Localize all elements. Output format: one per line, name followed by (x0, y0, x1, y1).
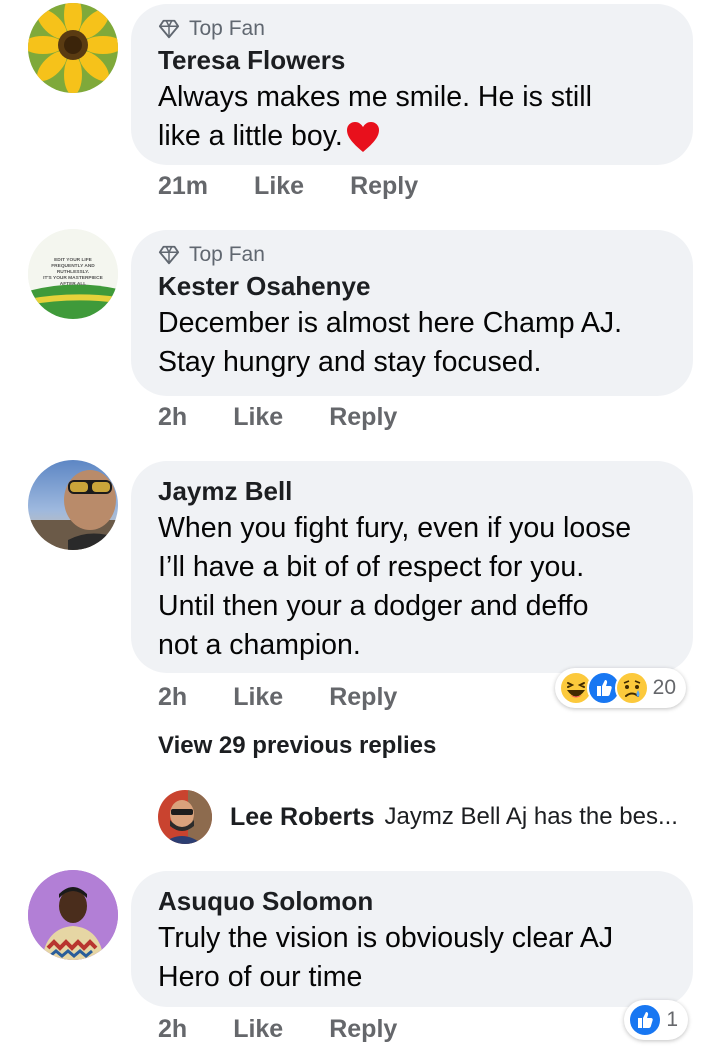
comment-meta: 2h Like Reply (158, 1013, 443, 1045)
reply-button[interactable]: Reply (329, 683, 397, 712)
avatar-text: RUTHLESSLY. (57, 269, 89, 275)
comment-text: Always makes me smile. He is still like … (158, 78, 666, 156)
avatar-text: IT'S YOUR MASTERPIECE (43, 275, 103, 281)
timestamp[interactable]: 2h (158, 683, 187, 712)
badge-label: Top Fan (189, 243, 265, 266)
reply-author[interactable]: Lee Roberts (230, 803, 374, 832)
reply-text: Jaymz Bell Aj has the bes... (384, 803, 678, 830)
like-button[interactable]: Like (233, 403, 283, 432)
reply-button[interactable]: Reply (329, 1015, 397, 1044)
comment-author[interactable]: Kester Osahenye (158, 270, 666, 302)
timestamp[interactable]: 2h (158, 1015, 187, 1044)
comment-text-line: not a champion. (158, 629, 361, 661)
comment-text-line: December is almost here Champ AJ. (158, 307, 623, 339)
top-fan-badge: Top Fan (158, 16, 666, 42)
badge-label: Top Fan (189, 17, 265, 40)
view-previous-replies[interactable]: View 29 previous replies (158, 732, 436, 760)
reactions-summary[interactable]: 20 (554, 668, 686, 708)
avatar[interactable]: EDIT YOUR LIFE FREQUENTLY AND RUTHLESSLY… (28, 229, 118, 319)
comment-text-line: Always makes me smile. He is still (158, 81, 592, 113)
reply-button[interactable]: Reply (329, 403, 397, 432)
diamond-icon (158, 245, 180, 265)
reaction-count: 1 (666, 1008, 678, 1031)
comment-text-line: I’ll have a bit of of respect for you. (158, 551, 585, 583)
avatar-text: FREQUENTLY AND (51, 263, 95, 269)
comment-text-line: When you fight fury, even if you loose (158, 512, 632, 544)
heart-emoji-icon (346, 121, 379, 152)
avatar[interactable] (158, 790, 212, 844)
reaction-count: 20 (652, 676, 676, 699)
comment-bubble[interactable]: Top Fan Teresa Flowers Always makes me s… (131, 4, 693, 165)
comment-meta: 2h Like Reply (158, 681, 443, 713)
sad-icon (614, 671, 649, 705)
comment-text-line: Hero of our time (158, 961, 363, 993)
top-fan-badge: Top Fan (158, 242, 666, 268)
avatar-text: EDIT YOUR LIFE (54, 257, 93, 263)
reply-preview[interactable]: Lee Roberts Jaymz Bell Aj has the bes... (158, 790, 678, 844)
timestamp[interactable]: 2h (158, 403, 187, 432)
comment-text-line: Until then your a dodger and deffo (158, 590, 589, 622)
comment-bubble[interactable]: Top Fan Kester Osahenye December is almo… (131, 230, 693, 396)
avatar-text: AFTER ALL (60, 281, 87, 287)
comment-bubble[interactable]: Asuquo Solomon Truly the vision is obvio… (131, 871, 693, 1007)
diamond-icon (158, 19, 180, 39)
like-icon (628, 1003, 663, 1037)
avatar[interactable] (28, 460, 118, 550)
comment-bubble[interactable]: Jaymz Bell When you fight fury, even if … (131, 461, 693, 673)
comment-meta: 2h Like Reply (158, 401, 443, 433)
timestamp[interactable]: 21m (158, 172, 208, 201)
comment-text-line: Truly the vision is obviously clear AJ (158, 922, 614, 954)
comment-author[interactable]: Asuquo Solomon (158, 885, 666, 917)
reply-button[interactable]: Reply (350, 172, 418, 201)
comment-text: When you fight fury, even if you loose I… (158, 509, 666, 665)
comment-text: December is almost here Champ AJ. Stay h… (158, 304, 666, 382)
avatar[interactable] (28, 3, 118, 93)
comment-text-line: Stay hungry and stay focused. (158, 346, 542, 378)
comment-text: Truly the vision is obviously clear AJ H… (158, 919, 666, 997)
like-button[interactable]: Like (254, 172, 304, 201)
comment-author[interactable]: Teresa Flowers (158, 44, 666, 76)
comment-author[interactable]: Jaymz Bell (158, 475, 666, 507)
comment-meta: 21m Like Reply (158, 170, 464, 202)
comment-text-line: like a little boy. (158, 120, 343, 152)
avatar[interactable] (28, 870, 118, 960)
reactions-summary[interactable]: 1 (624, 1000, 688, 1040)
like-button[interactable]: Like (233, 683, 283, 712)
like-button[interactable]: Like (233, 1015, 283, 1044)
